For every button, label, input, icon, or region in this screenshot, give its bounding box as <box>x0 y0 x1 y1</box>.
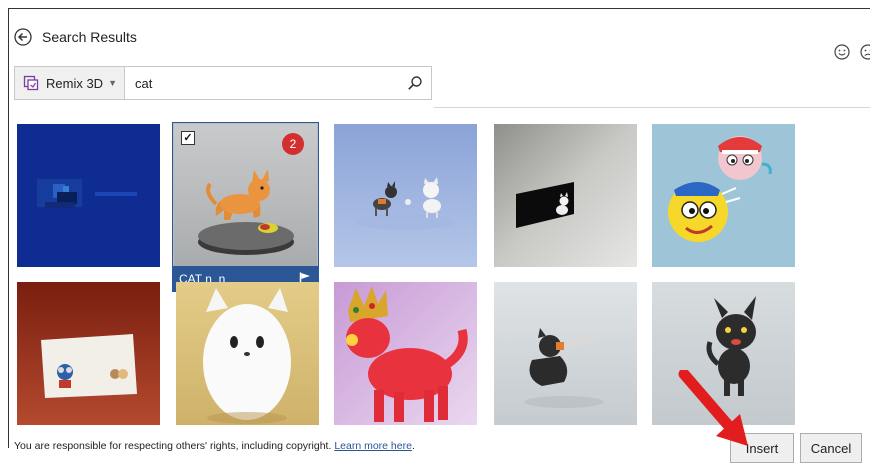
cancel-button[interactable]: Cancel <box>800 433 862 463</box>
source-dropdown[interactable]: Remix 3D ▼ <box>15 67 125 99</box>
back-arrow-icon[interactable] <box>14 28 32 46</box>
thumbnail-two-cats-blue <box>334 124 477 267</box>
copyright-notice: You are responsible for respecting other… <box>14 440 415 452</box>
result-tile-two-cats-blue[interactable] <box>334 124 477 267</box>
header-divider <box>434 107 870 108</box>
remix3d-icon <box>23 75 39 91</box>
learn-more-link[interactable]: Learn more here <box>334 440 412 452</box>
thumbnail-cat-with-black-panel <box>494 124 637 267</box>
result-tile-selected[interactable]: ✓ 2 CAT n_n <box>172 122 319 292</box>
chevron-down-icon: ▼ <box>108 78 117 88</box>
frown-feedback-icon[interactable] <box>860 44 870 60</box>
thumbnail-cat-with-knife <box>494 282 637 425</box>
thumbnail-emoji-faces <box>652 124 795 267</box>
result-tile-dark-blue-scene[interactable] <box>17 124 160 267</box>
window-top-border <box>8 8 870 9</box>
copyright-text: You are responsible for respecting other… <box>14 440 331 452</box>
thumbnail-dark-blue-scene <box>17 124 160 267</box>
thumbnail-white-round-cat <box>176 282 319 425</box>
selection-checkbox[interactable]: ✓ <box>181 131 195 145</box>
search-bar: Remix 3D ▼ <box>14 66 432 100</box>
window-left-border <box>8 8 9 448</box>
notice-period: . <box>412 440 415 452</box>
red-arrow-annotation <box>676 370 756 450</box>
thumbnail-red-cat-with-crown <box>334 282 477 425</box>
search-icon[interactable] <box>407 75 423 91</box>
page-title: Search Results <box>42 29 137 45</box>
selection-count-badge: 2 <box>282 133 304 155</box>
result-tile-emoji-faces[interactable] <box>652 124 795 267</box>
result-tile-white-round-cat[interactable] <box>176 282 319 425</box>
source-label: Remix 3D <box>46 76 103 91</box>
search-input[interactable] <box>135 73 395 93</box>
result-tile-red-box-with-figures[interactable] <box>17 282 160 425</box>
smiley-feedback-icon[interactable] <box>834 44 850 60</box>
result-tile-cat-with-knife[interactable] <box>494 282 637 425</box>
thumbnail-red-box-with-figures <box>17 282 160 425</box>
result-tile-cat-with-black-panel[interactable] <box>494 124 637 267</box>
result-tile-red-cat-with-crown[interactable] <box>334 282 477 425</box>
